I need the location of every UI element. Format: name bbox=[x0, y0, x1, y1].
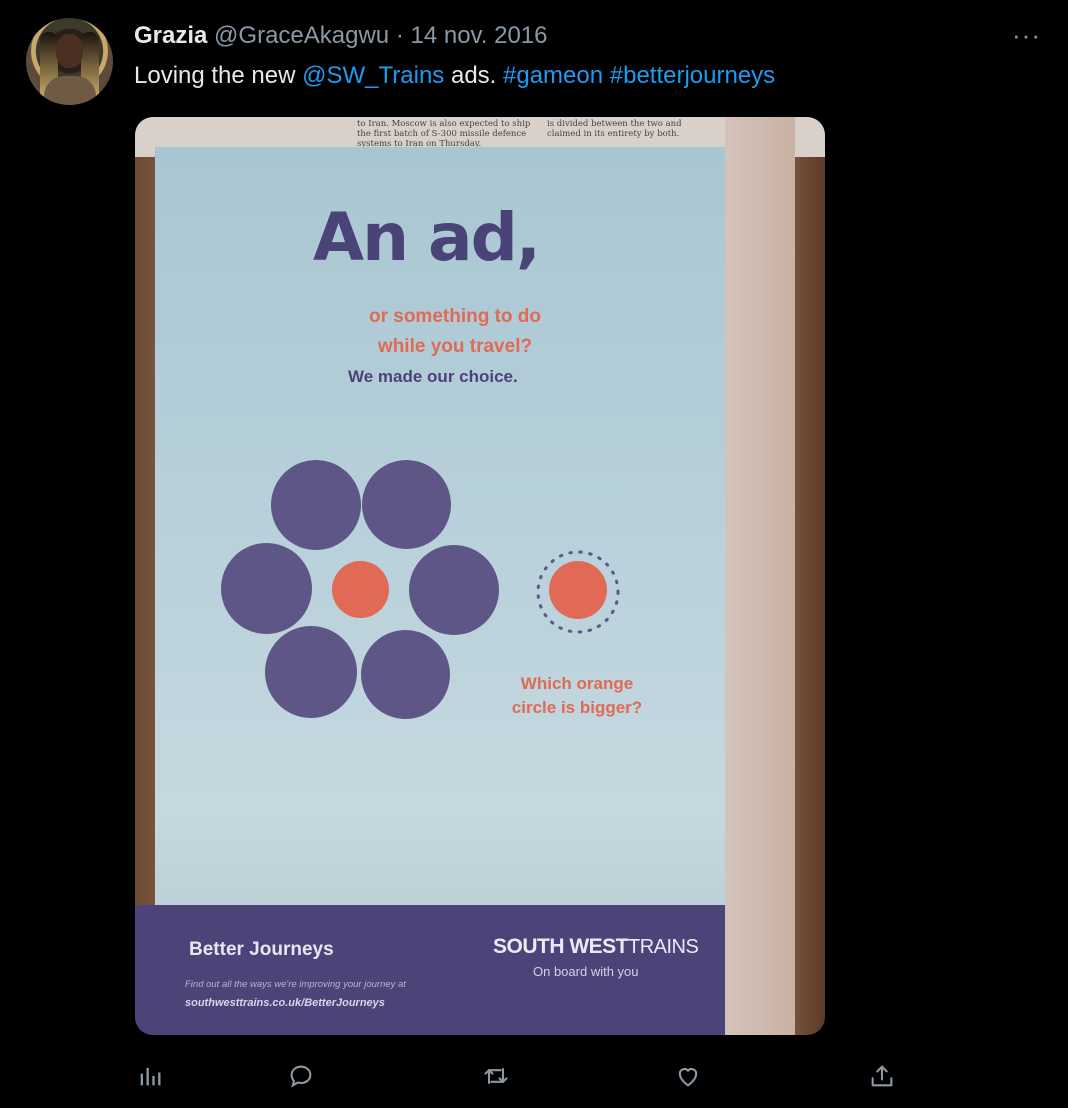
ad-question-line-2: circle is bigger? bbox=[511, 698, 643, 717]
logo-bold-text: SOUTH WEST bbox=[493, 935, 629, 958]
tweet-actions bbox=[0, 1058, 1068, 1098]
reply-icon[interactable] bbox=[281, 1058, 321, 1094]
avatar-shoulders bbox=[44, 76, 96, 105]
separator-dot: · bbox=[395, 22, 404, 49]
illusion-circle-purple bbox=[265, 626, 357, 718]
tweet-text-start: Loving the new bbox=[134, 62, 303, 89]
newspaper-text-right: is divided between the two and claimed i… bbox=[547, 119, 682, 139]
illusion-circle-purple bbox=[271, 460, 361, 550]
newspaper-edge bbox=[725, 117, 795, 1035]
ad-question: Which orange circle is bigger? bbox=[507, 672, 647, 720]
avatar-face bbox=[56, 34, 83, 68]
author-name[interactable]: Grazia bbox=[134, 22, 207, 49]
illusion-circle-purple bbox=[221, 543, 312, 634]
footer-text: Find out all the ways we're improving yo… bbox=[185, 979, 406, 990]
ad-subline-1: or something to do bbox=[368, 306, 542, 327]
like-icon[interactable] bbox=[668, 1058, 708, 1094]
tweet-date[interactable]: 14 nov. 2016 bbox=[411, 22, 548, 49]
share-icon[interactable] bbox=[862, 1058, 902, 1094]
logo-thin-text: TRAINS bbox=[628, 936, 699, 958]
mention-link[interactable]: @SW_Trains bbox=[302, 62, 444, 89]
ad-headline: An ad, bbox=[313, 199, 541, 276]
tweet-text: Loving the new @SW_Trains ads. #gameon #… bbox=[134, 61, 775, 91]
tweet-photo[interactable]: to Iran. Moscow is also expected to ship… bbox=[135, 117, 825, 1035]
ad-question-line-1: Which orange bbox=[520, 674, 634, 693]
footer-url: southwesttrains.co.uk/BetterJourneys bbox=[185, 997, 385, 1009]
tweet-text-space bbox=[603, 62, 610, 89]
more-options-icon[interactable]: ··· bbox=[1012, 20, 1041, 51]
logo-tagline: On board with you bbox=[533, 964, 639, 979]
tweet-text-middle: ads. bbox=[444, 62, 503, 89]
author-handle[interactable]: @GraceAkagwu bbox=[214, 22, 389, 49]
illusion-circle-orange-center bbox=[332, 561, 389, 618]
illusion-circle-purple bbox=[361, 630, 450, 719]
ad-choice-line: We made our choice. bbox=[348, 367, 518, 386]
hashtag-gameon[interactable]: #gameon bbox=[503, 62, 603, 89]
retweet-icon[interactable] bbox=[476, 1058, 516, 1094]
avatar[interactable] bbox=[26, 18, 113, 105]
newspaper-text-left: to Iran. Moscow is also expected to ship… bbox=[357, 119, 531, 149]
footer-title: Better Journeys bbox=[189, 939, 334, 960]
hashtag-betterjourneys[interactable]: #betterjourneys bbox=[610, 62, 775, 89]
illusion-circle-purple bbox=[362, 460, 451, 549]
tweet-header: Grazia @GraceAkagwu · 14 nov. 2016 bbox=[134, 21, 548, 51]
dotted-ring bbox=[536, 550, 620, 634]
south-west-trains-logo: SOUTH WESTTRAINS bbox=[493, 935, 699, 959]
ad-subheadline: or something to do while you travel? bbox=[345, 302, 565, 362]
illusion-circle-purple bbox=[409, 545, 499, 635]
ad-subline-2: while you travel? bbox=[377, 336, 533, 357]
analytics-icon[interactable] bbox=[130, 1058, 170, 1094]
